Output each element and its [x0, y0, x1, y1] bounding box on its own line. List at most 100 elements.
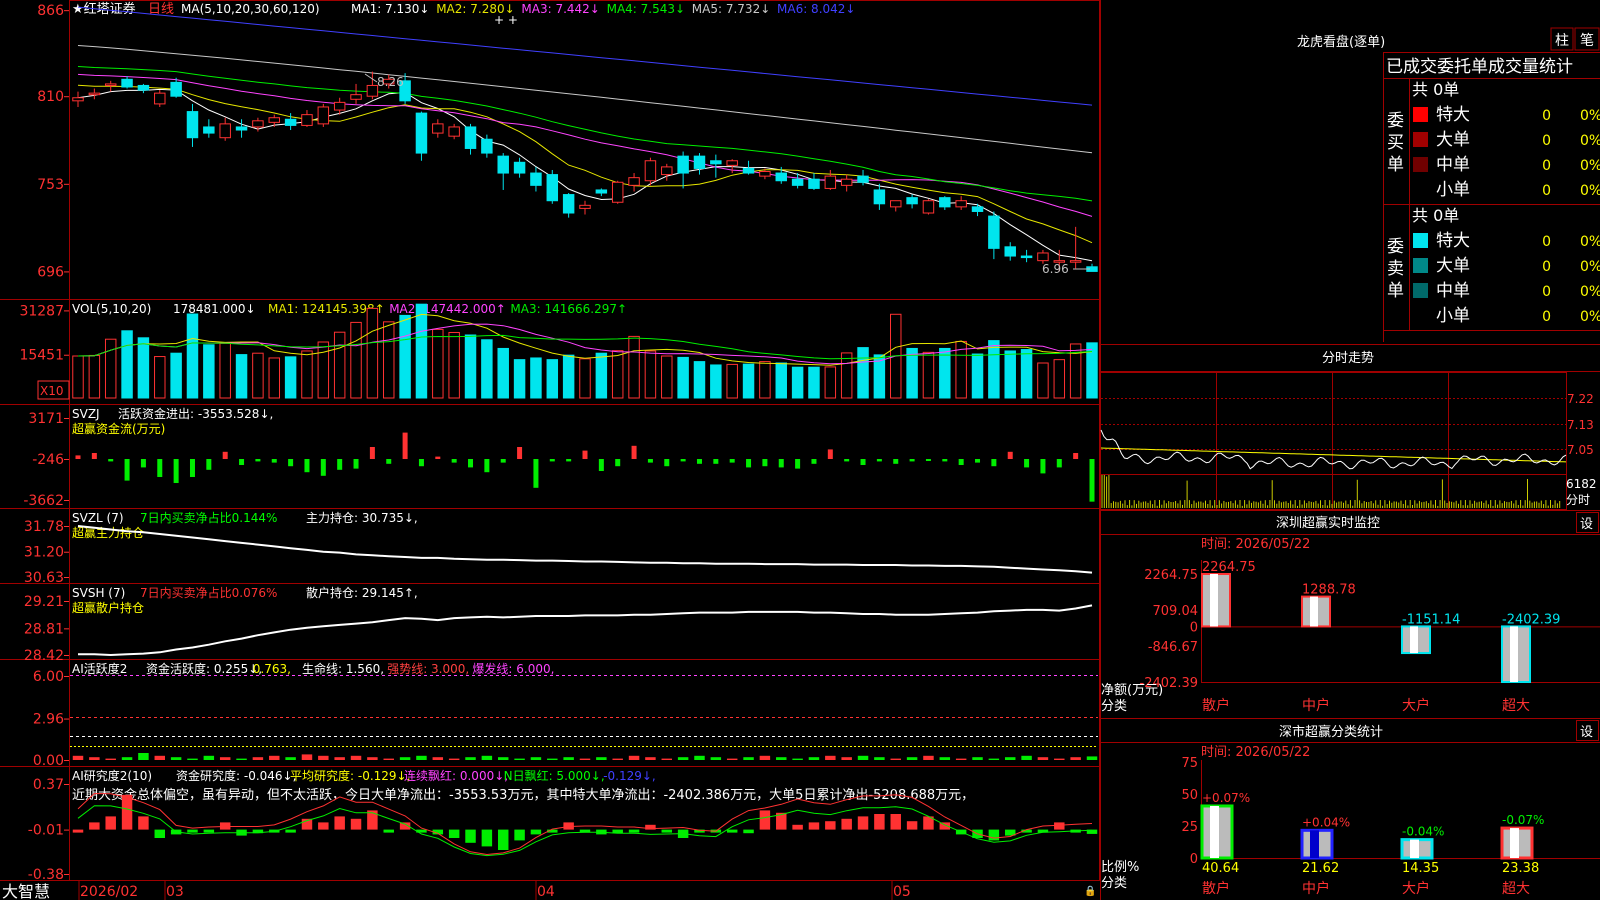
candle-body [432, 123, 444, 134]
date-axis[interactable]: 大智慧 2026/02 03 04 05 🔒 [0, 880, 1100, 900]
vol-bar [922, 351, 935, 399]
y-tick: 31.20 [24, 545, 64, 561]
candle-body [971, 206, 984, 212]
svzj-bar [239, 459, 245, 466]
vol-bar [661, 355, 673, 399]
candle-body [530, 172, 542, 186]
dt-row-name: 特大 [1436, 231, 1470, 251]
svzj-bar [942, 459, 948, 462]
vol-bar [383, 321, 395, 399]
vol-bar [1053, 359, 1066, 399]
szc-bar-highlight [1510, 828, 1519, 858]
vol-bar [399, 314, 411, 399]
svzl-panel[interactable]: SVZL (7) 7日内买卖净占比0.144% 主力持仓: 30.735↓, 超… [24, 510, 1093, 586]
vol-bar [72, 355, 84, 399]
candle-body [497, 155, 509, 174]
szm-value-label: -1151.14 [1402, 612, 1460, 627]
ai1-header: 资金活跃度: 0.255↓,0.763, 生命线: 1.560, 强势线: 3.00… [146, 661, 554, 676]
vol-bar [808, 366, 820, 399]
dt-tick-button[interactable]: 笔 [1580, 33, 1594, 49]
svzj-bars [75, 432, 1095, 502]
lock-icon[interactable]: 🔒 [1084, 885, 1096, 897]
ai1-bar [808, 757, 820, 760]
szc-value-label: 21.62 [1302, 861, 1339, 876]
ai1-bar [939, 757, 951, 760]
szm-category: 超大 [1502, 698, 1530, 714]
ai1-header-item: 强势线: 3.000, [387, 662, 469, 676]
ma-header: MA1: 7.130↓ MA2: 7.280↓ MA3: 7.442↓ MA4: 7.… [351, 2, 855, 16]
vol-y-axis: 31287 15451 [19, 303, 69, 364]
svzj-bar [189, 459, 195, 478]
dt-row-pct: 0% [1580, 234, 1600, 250]
candle-body [301, 114, 313, 126]
ai-research-panel[interactable]: AI研究度2(10) 资金研究度: -0.046↓,平均研究度: -0.129↓… [28, 768, 1098, 883]
ai1-bar [612, 758, 623, 760]
szc-change-label: +0.04% [1302, 815, 1350, 829]
date-label: 2026/02 [80, 884, 138, 900]
price-panel[interactable]: ★红塔证券 日线 MA(5,10,20,30,60,120) MA1: 7.13… [37, 1, 1098, 280]
ai1-header-item: 爆发线: 6.000, [472, 661, 554, 676]
svzj-bar [925, 459, 931, 462]
dt-swatch [1413, 233, 1428, 248]
svzj-bar [517, 447, 523, 460]
ai2-bars [72, 794, 1098, 850]
svzj-bar [369, 447, 375, 460]
sz-class-panel[interactable]: 深市超赢分类统计 设 时间: 2026/05/22 75 50 25 0 +0.07%… [1100, 718, 1600, 898]
vol-ma-header: MA1: 124145.398↑ MA2: 147442.000↑ MA3: 141… [268, 302, 627, 316]
ai1-bar [743, 757, 754, 760]
ai1-bar [563, 757, 574, 760]
szc-y-tick: 75 [1181, 756, 1198, 771]
dt-row-name: 大单 [1436, 256, 1470, 276]
vol-bar [235, 354, 248, 399]
intraday-panel[interactable]: 分时走势 7.22 7.13 7.05 6182 分时 [1100, 344, 1600, 510]
candle-body [121, 78, 133, 88]
dt-buy-section: 共 0单委买单 特大 0 0% 大单 0 0% 中单 0 0% 小单 0 0% [1387, 80, 1600, 200]
svzj-bar [631, 445, 637, 460]
ai-activity-panel[interactable]: AI活跃度2 资金活跃度: 0.255↓,0.763, 生命线: 1.560, 强势… [33, 661, 1098, 769]
dt-row-count: 0 [1542, 108, 1551, 124]
dragon-tiger-panel[interactable]: 龙虎看盘(逐单) 柱 笔 已成交委托单成交量统计 共 0单委买单特大 0 0%大单 0… [1297, 27, 1600, 342]
dt-swatch [1413, 258, 1428, 273]
svzj-bar [1040, 459, 1046, 474]
svzj-bar [435, 456, 441, 460]
ai1-y-axis: 6.00 2.96 0.00 [33, 669, 69, 769]
y-tick: 866 [37, 3, 64, 19]
candle-body [742, 167, 755, 174]
ai2-bar [1054, 822, 1065, 830]
ai1-bar [776, 757, 787, 760]
candle-body [481, 138, 493, 154]
vol-bar [677, 356, 689, 399]
szc-y-tick: 50 [1181, 788, 1198, 803]
svzj-bar [893, 459, 899, 464]
ai2-bar [661, 829, 673, 833]
dt-bar-button[interactable]: 柱 [1555, 33, 1569, 49]
ai2-bar [187, 829, 198, 833]
dt-side-label: 委 [1387, 111, 1404, 131]
svzj-bar [549, 459, 555, 462]
dt-sell-section: 共 0单委卖单 特大 0 0% 大单 0 0% 中单 0 0% 小单 0 0% [1387, 206, 1600, 326]
ai2-bar [628, 829, 640, 833]
ma2-line [77, 84, 1093, 244]
ai1-bars [72, 753, 1098, 760]
ai2-bar [808, 822, 820, 830]
volume-panel[interactable]: VOL(5,10,20) 178481.000↓ MA1: 124145.398… [19, 302, 1098, 400]
candle-body [448, 126, 460, 137]
vol-bar [448, 331, 460, 399]
ai2-name: AI研究度2(10) [72, 768, 152, 783]
vol-bar [464, 334, 477, 399]
sz-monitor-panel[interactable]: 深圳超赢实时监控 设 时间: 2026/05/22 2264.75 709.040… [1100, 510, 1600, 715]
szm-settings-button[interactable]: 设 [1580, 517, 1593, 532]
svzj-panel[interactable]: SVZJ 活跃资金进出: -3553.528↓, 超赢资金流(万元) 3171 -… [23, 406, 1095, 509]
vol-bar [170, 352, 182, 399]
ai1-bar [252, 757, 264, 760]
svsh-panel[interactable]: SVSH (7) 7日内买卖净占比0.076% 散户持仓: 29.145↑, 超… [24, 585, 1093, 664]
ai2-bar [792, 824, 803, 830]
ai1-bar [236, 758, 247, 760]
szm-category: 散户 [1202, 697, 1230, 714]
szc-settings-button[interactable]: 设 [1580, 725, 1593, 740]
svzj-bar [353, 459, 359, 469]
candle-body [661, 166, 673, 176]
szc-y-label: 比例% [1101, 860, 1139, 875]
intraday-grid [1101, 373, 1566, 509]
svzj-bar [255, 459, 261, 462]
